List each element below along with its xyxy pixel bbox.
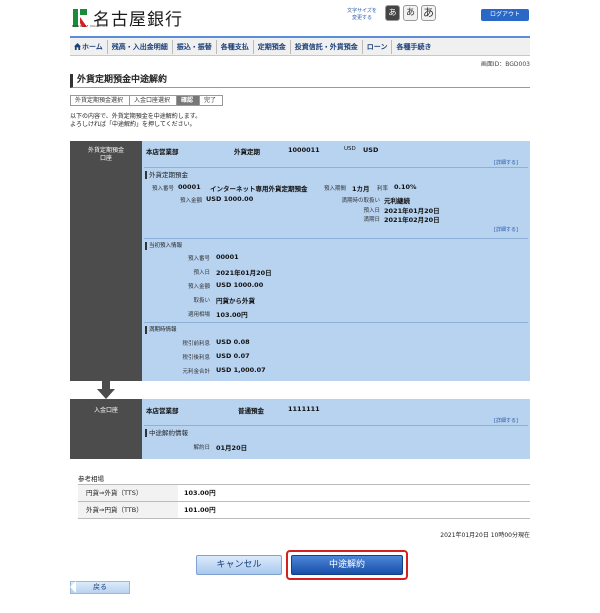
step-complete: 完了 [199, 95, 224, 106]
logout-button[interactable]: ログアウト [481, 9, 529, 21]
source-account-label: 外貨定期預金 口座 [70, 141, 142, 381]
aftertax-interest: USD 0.07 [216, 352, 250, 360]
nav-item-home[interactable]: ホーム [70, 39, 108, 54]
deposit-branch: 本店営業部 [146, 407, 179, 415]
total-label: 元利金合計 [182, 369, 210, 375]
period: 1カ月 [352, 185, 370, 193]
deposit-product: インターネット専用外貨定期預金 [210, 185, 308, 193]
total-amount: USD 1,000.07 [216, 366, 266, 374]
header: 名古屋銀行 BANK OF NAGOYA 文字サイズを 変更する あ あ あ ロ… [0, 0, 600, 34]
fx-deposit-section-title: 外貨定期預金 [145, 171, 188, 179]
table-row: 円貨⇒外貨（TTS） 103.00円 [78, 485, 530, 502]
cancel-info-section: 中途解約情報 解約日 01月20日 [144, 425, 528, 457]
cancel-button[interactable]: キャンセル [196, 555, 282, 575]
nav-item-balance[interactable]: 残高・入出金明細 [108, 39, 173, 54]
aftertax-interest-label: 税引後利息 [182, 355, 210, 361]
deposit-no: 00001 [178, 183, 201, 191]
back-button[interactable]: 戻る [70, 581, 130, 594]
nav-item-procedures[interactable]: 各種手続き [392, 40, 435, 54]
step-fx-deposit-select: 外貨定期預金選択 [70, 95, 130, 106]
initial-deposit-date-label: 預入日 [193, 270, 210, 276]
deposit-date-label: 預入日 [363, 208, 380, 214]
tts-label: 円貨⇒外貨（TTS） [78, 485, 178, 501]
step-deposit-account-select: 入金口座選択 [129, 95, 177, 106]
maturity-handling-label: 満期時の取扱い [341, 198, 380, 204]
nav-item-loan[interactable]: ローン [363, 39, 393, 54]
intro-text: 以下の内容で、外貨定期預金を中途解約します。 よろしければ「中途解約」を押してく… [70, 113, 201, 129]
nav-item-transfer[interactable]: 振込・振替 [173, 39, 217, 54]
global-nav: ホーム 残高・入出金明細 振込・振替 各種支払 定期預金 投資信託・外貨預金 ロ… [70, 36, 530, 56]
initial-handling-label: 取扱い [193, 298, 210, 304]
back-arrow-icon [70, 581, 76, 593]
step-indicator: 外貨定期預金選択 入金口座選択 確認 完了 [70, 95, 224, 106]
tts-value: 103.00円 [184, 489, 216, 497]
maturity-info-section-title: 満期時情報 [145, 326, 177, 334]
arrow-down-icon [97, 381, 115, 399]
font-size-medium-button[interactable]: あ [403, 5, 418, 21]
source-currency-code: USD [344, 146, 356, 152]
nav-item-time-deposit[interactable]: 定期預金 [254, 39, 291, 54]
source-branch: 本店営業部 [146, 148, 179, 156]
intro-line-2: よろしければ「中途解約」を押してください。 [70, 121, 196, 128]
initial-deposit-no-label: 預入番号 [187, 256, 210, 262]
nav-label-home: ホーム [82, 42, 103, 51]
amount-label: 預入金額 [179, 198, 202, 204]
cancel-date-label: 解約日 [193, 445, 210, 451]
font-size-label: 文字サイズを 変更する [347, 8, 377, 21]
ttb-value: 101.00円 [184, 506, 216, 514]
rate-timestamp: 2021年01月20日 10時00分現在 [440, 532, 530, 539]
source-account-detail-link[interactable]: [詳細する] [494, 159, 518, 166]
applied-rate-label: 適用相場 [187, 312, 210, 318]
page-title: 外貨定期預金中途解約 [70, 74, 530, 88]
deposit-no-label: 預入番号 [151, 186, 174, 192]
nav-item-investment[interactable]: 投資信託・外貨預金 [291, 39, 363, 54]
deposit-account-detail-link[interactable]: [詳細する] [494, 417, 518, 424]
font-size-large-button[interactable]: あ [421, 5, 436, 21]
rate: 0.10% [394, 183, 417, 191]
table-row: 外貨⇒円貨（TTB） 101.00円 [78, 502, 530, 519]
maturity-handling: 元利継続 [384, 197, 410, 205]
deposit-account-panel: 本店営業部 普通預金 1111111 [詳細する] 中途解約情報 解約日 01月… [142, 399, 530, 459]
deposit-account-type: 普通預金 [238, 407, 264, 415]
home-icon [74, 42, 81, 50]
rate-label: 利率 [376, 186, 388, 192]
early-cancellation-button[interactable]: 中途解約 [291, 555, 403, 575]
period-label: 預入期間 [323, 186, 346, 192]
bank-name-en: BANK OF NAGOYA [72, 24, 106, 28]
bank-name: 名古屋銀行 [93, 10, 183, 30]
cancel-info-section-title: 中途解約情報 [145, 429, 188, 437]
deposit-account-number: 1111111 [288, 405, 320, 413]
deposit-detail-link[interactable]: [詳細する] [494, 226, 518, 233]
deposit-account-label: 入金口座 [70, 399, 142, 459]
pretax-interest: USD 0.08 [216, 338, 250, 346]
source-account-type: 外貨定期 [234, 148, 260, 156]
step-confirm: 確認 [176, 95, 200, 106]
deposit-amount: USD 1000.00 [206, 195, 254, 203]
nav-item-payments[interactable]: 各種支払 [217, 39, 254, 54]
reference-rates-title: 参考相場 [78, 475, 104, 483]
initial-amount-label: 預入金額 [187, 284, 210, 290]
reference-rates-table: 円貨⇒外貨（TTS） 103.00円 外貨⇒円貨（TTB） 101.00円 [78, 484, 530, 519]
maturity-date-label: 満期日 [363, 217, 380, 223]
initial-amount: USD 1000.00 [216, 281, 264, 289]
screen-id: 画面ID：BGD003 [480, 61, 530, 68]
source-account-number: 1000011 [288, 146, 320, 154]
font-size-small-button[interactable]: あ [385, 5, 400, 21]
pretax-interest-label: 税引前利息 [182, 341, 210, 347]
initial-deposit-section: 当初預入情報 預入番号 00001 預入日 2021年01月20日 預入金額 U… [144, 238, 528, 320]
initial-deposit-section-title: 当初預入情報 [145, 242, 182, 250]
intro-line-1: 以下の内容で、外貨定期預金を中途解約します。 [70, 113, 202, 120]
fx-deposit-section: 外貨定期預金 預入番号 00001 インターネット専用外貨定期預金 預入期間 1… [144, 167, 528, 237]
source-currency: USD [363, 146, 379, 154]
maturity-date: 2021年02月20日 [384, 216, 440, 224]
source-account-panel: 本店営業部 外貨定期 1000011 USD USD [詳細する] 外貨定期預金… [142, 141, 530, 381]
applied-rate: 103.00円 [216, 311, 248, 319]
maturity-info-section: 満期時情報 税引前利息 USD 0.08 税引後利息 USD 0.07 元利金合… [144, 322, 528, 378]
initial-handling: 円貨から外貨 [216, 297, 255, 305]
initial-deposit-no: 00001 [216, 253, 239, 261]
ttb-label: 外貨⇒円貨（TTB） [78, 502, 178, 518]
cancel-date: 01月20日 [216, 444, 248, 452]
initial-deposit-date: 2021年01月20日 [216, 269, 272, 277]
